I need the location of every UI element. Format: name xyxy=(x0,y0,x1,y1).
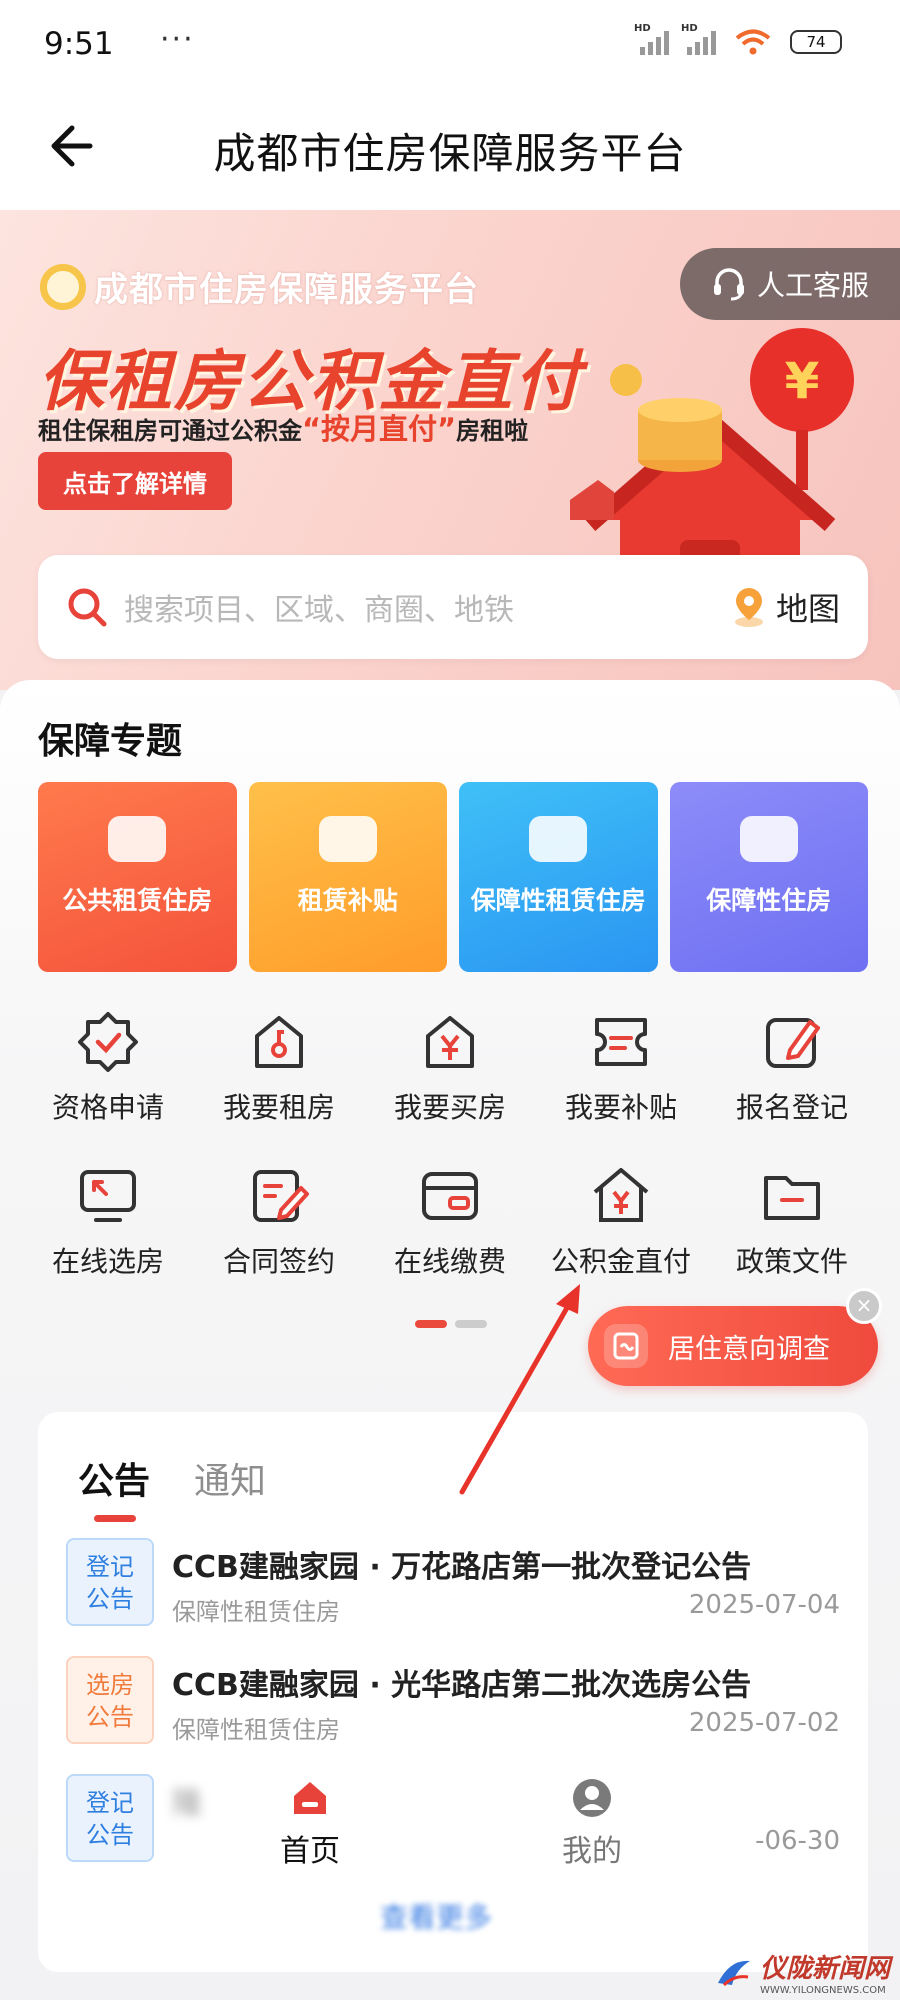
service-rent-house[interactable]: 我要租房 xyxy=(195,1010,363,1164)
map-button[interactable]: 地图 xyxy=(732,584,840,630)
service-label: 我要补贴 xyxy=(564,1091,677,1124)
pager-dot-active xyxy=(415,1320,447,1328)
notice-date: 2025-07-04 xyxy=(688,1590,840,1620)
yuan-house-icon xyxy=(426,1016,474,1068)
status-time: 9:51 xyxy=(44,26,114,62)
user-icon xyxy=(573,1779,611,1817)
signal-icon-2: HD xyxy=(681,23,716,55)
nav-mine[interactable]: 我的 xyxy=(512,1776,672,1870)
topic-card-label: 保障性住房 xyxy=(706,886,832,915)
pager-dot xyxy=(455,1320,487,1328)
brand-logo-icon xyxy=(40,263,86,310)
grid-pager xyxy=(415,1320,487,1328)
banner-brand: 成都市住房保障服务平台 xyxy=(40,262,479,311)
service-registration[interactable]: 报名登记 xyxy=(708,1010,876,1164)
nav-home[interactable]: 首页 xyxy=(230,1776,390,1870)
service-label: 我要买房 xyxy=(393,1091,506,1124)
notice-tabs: 公告 通知 xyxy=(78,1452,266,1522)
home-icon xyxy=(294,1782,326,1814)
notice-date: 2025-07-02 xyxy=(688,1708,840,1738)
house-key-icon xyxy=(529,816,588,862)
service-label: 资格申请 xyxy=(51,1091,164,1124)
survey-icon xyxy=(604,1324,648,1368)
status-badge: 选房 公告 xyxy=(66,1656,154,1744)
search-input[interactable]: 搜索项目、区域、商圈、地铁 xyxy=(124,585,732,629)
headset-icon xyxy=(713,268,744,301)
service-online-payment[interactable]: 在线缴费 xyxy=(366,1164,534,1318)
contract-pen-icon xyxy=(253,1170,309,1222)
status-badge: 登记 公告 xyxy=(66,1538,154,1626)
topic-card-rental-subsidy[interactable]: 租赁补贴 xyxy=(248,782,447,972)
service-label: 我要租房 xyxy=(222,1091,335,1124)
list-item[interactable]: 选房 公告 CCB建融家园 · 光华路店第二批次选房公告 保障性租赁住房 2025… xyxy=(66,1656,840,1774)
signal-icon: HD xyxy=(634,23,669,55)
page-title: 成都市住房保障服务平台 xyxy=(213,129,687,178)
service-grid: 资格申请 我要租房 我要买房 我要补贴 报名登记 在线选房 合同签约 在线缴费 … xyxy=(24,1010,876,1318)
topic-card-label: 公共租赁住房 xyxy=(62,886,213,915)
service-label: 政策文件 xyxy=(735,1245,848,1278)
edit-icon xyxy=(766,1018,820,1068)
banner-brand-text: 成都市住房保障服务平台 xyxy=(94,270,479,310)
app-header: 成都市住房保障服务平台 xyxy=(0,90,900,210)
learn-more-button[interactable]: 点击了解详情 xyxy=(38,452,232,510)
topic-card-label: 保障性租赁住房 xyxy=(470,886,646,915)
topic-card-public-rental[interactable]: 公共租赁住房 xyxy=(38,782,237,972)
more-dots-icon: ··· xyxy=(160,22,195,57)
bottom-nav: 首页 我的 xyxy=(0,1776,900,1886)
housing-survey-button[interactable]: 居住意向调查 xyxy=(588,1306,878,1386)
watermark-url: WWW.YILONGNEWS.COM xyxy=(759,1985,886,1996)
service-label: 合同签约 xyxy=(222,1245,335,1278)
notice-title: CCB建融家园 · 光华路店第二批次选房公告 xyxy=(172,1668,752,1703)
topic-card-affordable-rental[interactable]: 保障性租赁住房 xyxy=(459,782,658,972)
wallet-icon xyxy=(422,1172,478,1220)
nav-mine-label: 我的 xyxy=(562,1834,622,1869)
service-buy-house[interactable]: 我要买房 xyxy=(366,1010,534,1164)
status-icons: HD HD 74 xyxy=(634,23,842,56)
tab-notifications[interactable]: 通知 xyxy=(194,1452,266,1504)
service-online-selection[interactable]: 在线选房 xyxy=(24,1164,192,1318)
view-more-link[interactable]: 查看更多 xyxy=(380,1896,492,1936)
ticket-icon xyxy=(595,1018,647,1066)
ticket-icon xyxy=(318,816,377,862)
service-provident-fund-direct-pay[interactable]: 公积金直付 xyxy=(537,1164,705,1318)
watermark-logo-icon xyxy=(717,1960,750,1987)
service-label: 在线缴费 xyxy=(393,1245,506,1278)
topic-card-affordable-housing[interactable]: 保障性住房 xyxy=(669,782,868,972)
watermark: 仪陇新闻网 WWW.YILONGNEWS.COM xyxy=(714,1948,890,1996)
status-bar: 9:51 ··· HD HD 74 xyxy=(0,0,900,90)
survey-close-button[interactable]: × xyxy=(846,1288,882,1324)
svg-text:¥: ¥ xyxy=(785,352,820,410)
battery-icon: 74 xyxy=(790,30,842,54)
topic-card-label: 租赁补贴 xyxy=(297,886,398,915)
section-title: 保障专题 xyxy=(38,721,183,762)
service-qualification-apply[interactable]: 资格申请 xyxy=(24,1010,192,1164)
house-key-icon xyxy=(255,1016,303,1068)
nav-home-label: 首页 xyxy=(280,1834,340,1869)
watermark-name: 仪陇新闻网 xyxy=(759,1954,890,1984)
yuan-house-icon xyxy=(593,1168,649,1222)
service-label: 在线选房 xyxy=(51,1245,164,1278)
suitcase-icon xyxy=(108,816,167,862)
search-bar[interactable]: 搜索项目、区域、商圈、地铁 地图 xyxy=(38,555,868,659)
customer-service-label: 人工客服 xyxy=(756,269,869,302)
service-contract-sign[interactable]: 合同签约 xyxy=(195,1164,363,1318)
topic-cards: 公共租赁住房 租赁补贴 保障性租赁住房 保障性住房 xyxy=(38,782,868,972)
list-item[interactable]: 登记 公告 CCB建融家园 · 万花路店第一批次登记公告 保障性租赁住房 2025… xyxy=(66,1538,840,1656)
tab-announcements[interactable]: 公告 xyxy=(78,1452,150,1522)
survey-label: 居住意向调查 xyxy=(668,1333,830,1365)
service-label: 报名登记 xyxy=(735,1091,848,1124)
wifi-icon xyxy=(735,29,771,55)
banner-subtitle: 租住保租房可通过公积金“按月直付”房租啦 xyxy=(38,412,529,446)
service-label: 公积金直付 xyxy=(550,1245,691,1278)
search-icon xyxy=(68,588,107,627)
badge-check-icon xyxy=(78,1012,138,1072)
monitor-icon xyxy=(80,1170,136,1222)
service-subsidy[interactable]: 我要补贴 xyxy=(537,1010,705,1164)
map-label: 地图 xyxy=(775,590,840,628)
folder-icon xyxy=(764,1176,820,1220)
notice-title: CCB建融家园 · 万花路店第一批次登记公告 xyxy=(172,1550,752,1585)
location-pin-icon xyxy=(734,588,763,627)
notice-card: 公告 通知 登记 公告 CCB建融家园 · 万花路店第一批次登记公告 保障性租赁住… xyxy=(38,1412,868,1972)
building-icon xyxy=(739,816,798,862)
